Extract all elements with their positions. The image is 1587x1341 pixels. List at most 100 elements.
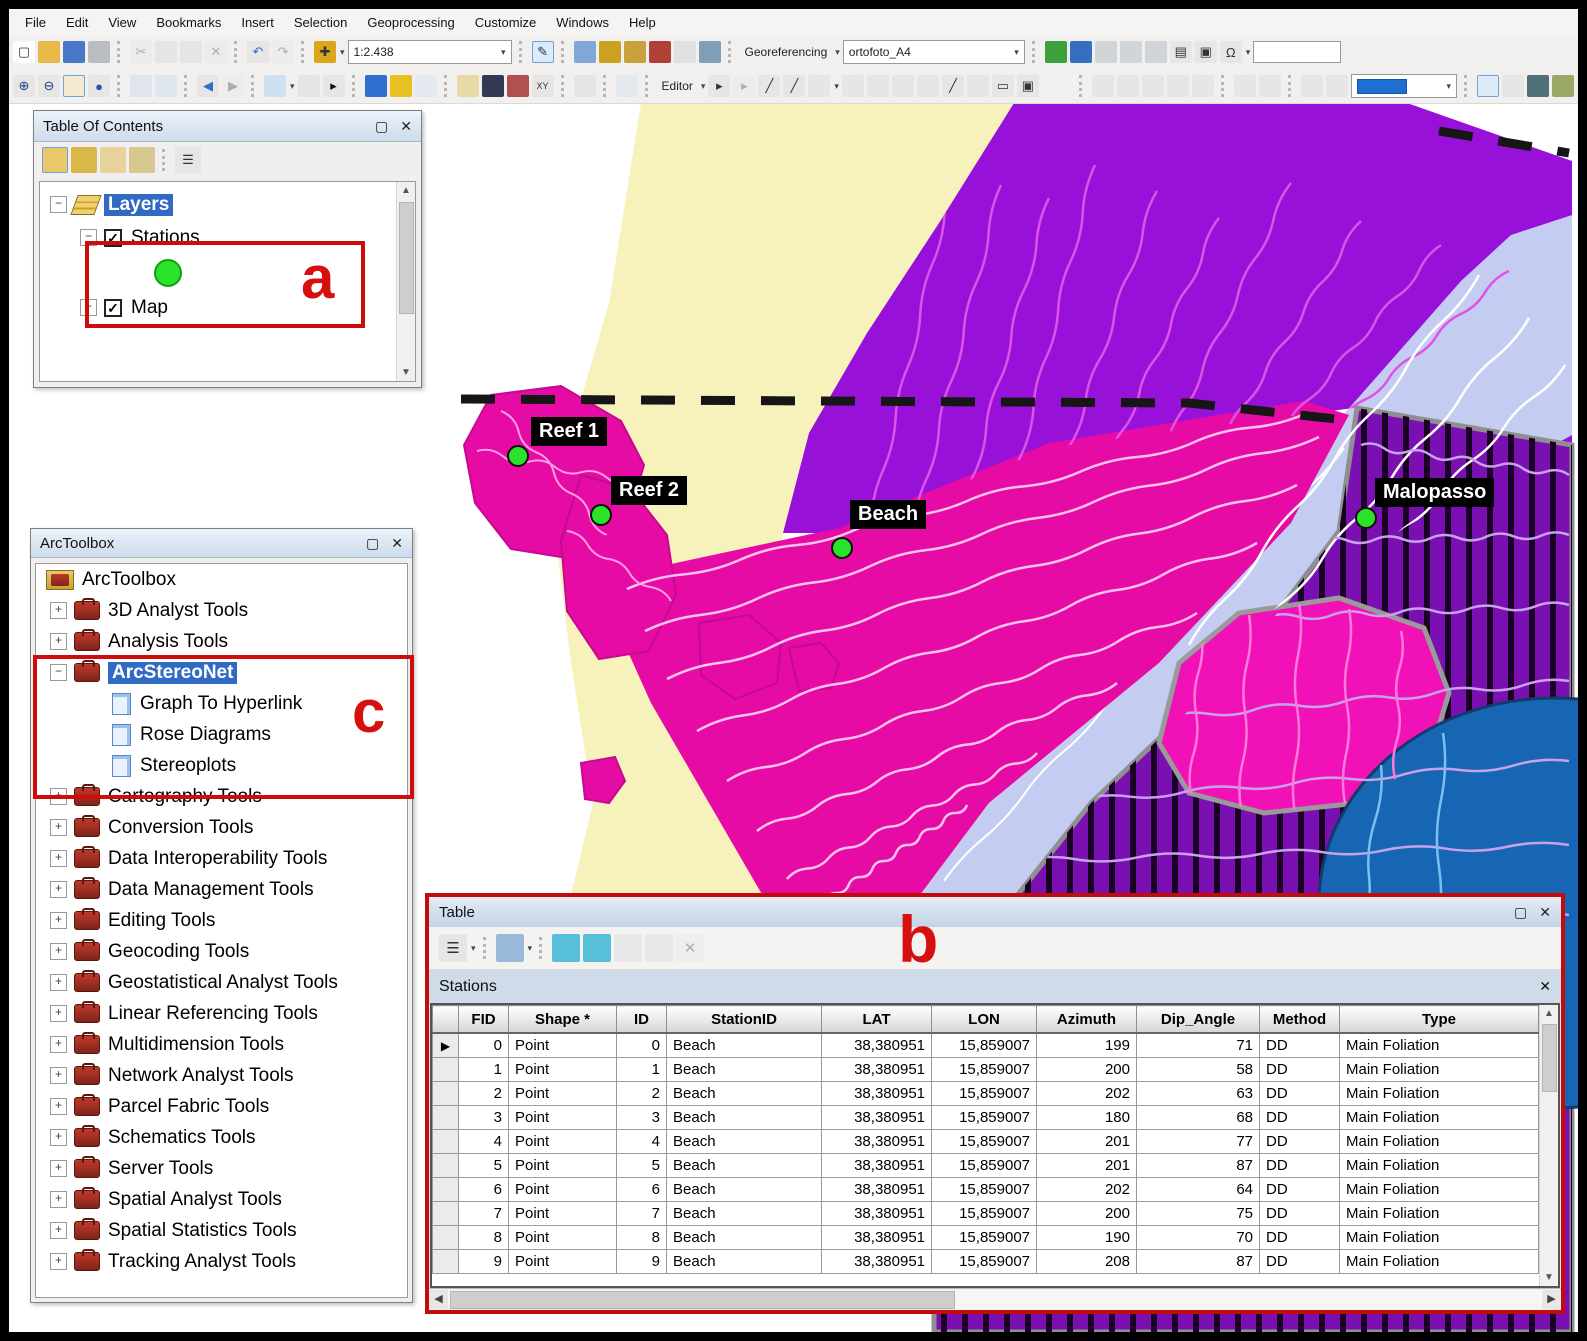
toolbar-grip[interactable]	[645, 75, 651, 97]
toolbox-item-linear-referencing-tools-label[interactable]: Linear Referencing Tools	[108, 1003, 318, 1025]
column-header-method[interactable]: Method	[1260, 1006, 1340, 1034]
scroll-right-icon[interactable]: ▶	[1542, 1290, 1561, 1309]
scrollbar-thumb[interactable]	[1542, 1024, 1557, 1092]
menu-file[interactable]: File	[15, 11, 56, 34]
stations-visibility-checkbox[interactable]: ✓	[104, 229, 122, 247]
toolbox-item-parcel-fabric-tools[interactable]: +Parcel Fabric Tools	[36, 1091, 407, 1122]
fixed-zoom-out-icon[interactable]	[155, 75, 177, 97]
table-row[interactable]: 6Point6Beach38,38095115,85900720264DDMai…	[433, 1178, 1539, 1202]
expand-icon[interactable]: +	[80, 299, 97, 316]
toolbox-item-spatial-statistics-tools-label[interactable]: Spatial Statistics Tools	[108, 1220, 297, 1242]
toolbox-item-editing-tools[interactable]: + Editing Tools	[36, 905, 407, 936]
toolbar-grip[interactable]	[352, 75, 358, 97]
expand-icon[interactable]: +	[50, 1098, 67, 1115]
menu-bookmarks[interactable]: Bookmarks	[146, 11, 231, 34]
editor-arrow-icon[interactable]: ▸	[708, 75, 730, 97]
list-by-drawing-order-icon[interactable]	[42, 147, 68, 173]
pan-icon[interactable]	[63, 75, 85, 97]
rotation-value-input[interactable]	[1253, 41, 1341, 63]
stations-layer-label[interactable]: Stations	[131, 227, 200, 249]
undo-icon[interactable]: ↶	[247, 41, 269, 63]
catalog-window-icon[interactable]	[624, 41, 646, 63]
toolbar-grip[interactable]	[1221, 75, 1227, 97]
contrast-icon[interactable]	[1477, 75, 1499, 97]
close-icon[interactable]: ✕	[391, 535, 403, 552]
table-row[interactable]: 5Point5Beach38,38095115,85900720187DDMai…	[433, 1154, 1539, 1178]
table-row[interactable]: 9Point9Beach38,38095115,85900720887DDMai…	[433, 1250, 1539, 1274]
menu-customize[interactable]: Customize	[465, 11, 546, 34]
expand-icon[interactable]: +	[50, 788, 67, 805]
toolbox-item-tracking-analyst-tools-label[interactable]: Tracking Analyst Tools	[108, 1251, 296, 1273]
toolbox-item-server-tools[interactable]: + Server Tools	[36, 1153, 407, 1184]
station-point-reef-2[interactable]	[590, 504, 612, 526]
search-window-icon[interactable]	[649, 41, 671, 63]
switch-selection-icon[interactable]	[583, 934, 611, 962]
split-icon[interactable]: ╱	[942, 75, 964, 97]
link-table-icon[interactable]: ▤	[1170, 41, 1192, 63]
column-header-stationid[interactable]: StationID	[667, 1006, 822, 1034]
column-header-shape[interactable]: Shape *	[509, 1006, 617, 1034]
chevron-down-icon[interactable]: ▾	[528, 943, 533, 954]
toolbox-item-spatial-analyst-tools-label[interactable]: Spatial Analyst Tools	[108, 1189, 282, 1211]
toc-title-bar[interactable]: Table Of Contents ▢ ✕	[34, 111, 421, 142]
row-selector[interactable]	[433, 1082, 459, 1106]
toolbox-item-data-interoperability-tools[interactable]: +Data Interoperability Tools	[36, 843, 407, 874]
fixed-zoom-in-icon[interactable]	[130, 75, 152, 97]
cut-polygon-icon[interactable]	[892, 75, 914, 97]
html-popup-icon[interactable]	[415, 75, 437, 97]
toolbox-item-editing-tools-label[interactable]: Editing Tools	[108, 910, 215, 932]
restore-icon[interactable]: ▢	[375, 118, 388, 135]
map-layer-label[interactable]: Map	[131, 297, 168, 319]
zoom-in-icon[interactable]: ⊕	[13, 75, 35, 97]
find-route-icon[interactable]	[507, 75, 529, 97]
related-tables-icon[interactable]	[496, 934, 524, 962]
scroll-up-icon[interactable]: ▲	[1540, 1005, 1558, 1022]
chevron-down-icon[interactable]: ▾	[471, 943, 476, 954]
sketch-shape-icon[interactable]	[808, 75, 830, 97]
toolbar-grip[interactable]	[117, 41, 123, 63]
expand-icon[interactable]: +	[50, 1036, 67, 1053]
select-features-icon[interactable]	[264, 75, 286, 97]
arctoolbox-root[interactable]: ArcToolbox	[36, 564, 407, 595]
georeferencing-menu[interactable]: Georeferencing	[741, 45, 832, 59]
print-icon[interactable]	[88, 41, 110, 63]
toolbox-item-geostatistical-analyst-tools-label[interactable]: Geostatistical Analyst Tools	[108, 972, 338, 994]
tool-stereoplots-label[interactable]: Stereoplots	[140, 755, 236, 777]
table-row[interactable]: 3Point3Beach38,38095115,85900718068DDMai…	[433, 1106, 1539, 1130]
table-row[interactable]: 4Point4Beach38,38095115,85900720177DDMai…	[433, 1130, 1539, 1154]
expand-icon[interactable]: +	[50, 633, 67, 650]
expand-icon[interactable]: +	[50, 1160, 67, 1177]
table-row[interactable]: 7Point7Beach38,38095115,85900720075DDMai…	[433, 1202, 1539, 1226]
expand-icon[interactable]: +	[50, 912, 67, 929]
table-row[interactable]: 1Point1Beach38,38095115,85900720058DDMai…	[433, 1058, 1539, 1082]
toolbox-item-cartography-tools[interactable]: +Cartography Tools	[36, 781, 407, 812]
row-selector[interactable]	[433, 1202, 459, 1226]
toolbox-item-data-management-tools[interactable]: +Data Management Tools	[36, 874, 407, 905]
table-hscrollbar[interactable]: ◀ ▶	[429, 1288, 1561, 1310]
toolbox-item-linear-referencing-tools[interactable]: +Linear Referencing Tools	[36, 998, 407, 1029]
list-by-source-icon[interactable]	[71, 147, 97, 173]
expand-icon[interactable]: +	[50, 602, 67, 619]
select-link-icon[interactable]	[1070, 41, 1092, 63]
scroll-up-icon[interactable]: ▲	[397, 182, 415, 199]
row-selector[interactable]	[433, 1154, 459, 1178]
row-selector[interactable]	[433, 1178, 459, 1202]
toolbar-grip[interactable]	[301, 41, 307, 63]
brightness-icon[interactable]	[1502, 75, 1524, 97]
scrollbar-thumb[interactable]	[399, 202, 414, 314]
attributes-icon[interactable]: ▭	[992, 75, 1014, 97]
full-extent-icon[interactable]: ●	[88, 75, 110, 97]
sketch-properties-icon[interactable]: ▣	[1017, 75, 1039, 97]
toolbox-item-server-tools-label[interactable]: Server Tools	[108, 1158, 213, 1180]
menu-geoprocessing[interactable]: Geoprocessing	[357, 11, 464, 34]
go-to-xy-icon[interactable]: XY	[532, 75, 554, 97]
toolbox-item-3d-analyst-tools[interactable]: +3D Analyst Tools	[36, 595, 407, 626]
toolbar-grip[interactable]	[561, 75, 567, 97]
arc-segment-icon[interactable]: ╱	[783, 75, 805, 97]
effects-a-icon[interactable]	[1301, 75, 1323, 97]
toolbar-grip[interactable]	[1288, 75, 1294, 97]
restore-icon[interactable]: ▢	[366, 535, 379, 552]
toolbox-item-network-analyst-tools-label[interactable]: Network Analyst Tools	[108, 1065, 294, 1087]
back-icon[interactable]: ◀	[197, 75, 219, 97]
scrollbar-thumb[interactable]	[450, 1291, 955, 1309]
